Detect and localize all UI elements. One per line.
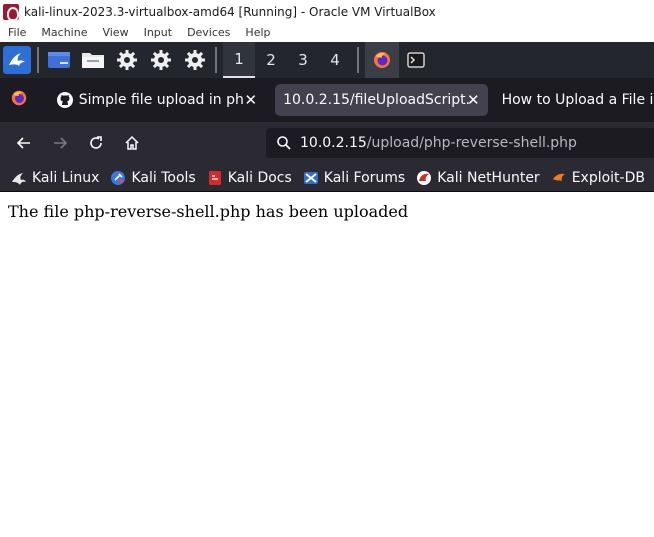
menu-file[interactable]: File [8,26,26,39]
tab-label: 10.0.2.15/fileUploadScript.php [283,92,469,108]
firefox-window-icon[interactable] [365,42,399,78]
kali-docs-icon [207,170,223,186]
menu-input[interactable]: Input [144,26,172,39]
exploit-db-icon [551,170,567,186]
search-icon [276,135,292,151]
bookmarks-toolbar: Kali Linux Kali Tools Kali Docs Kali For… [0,164,654,192]
bookmark-kali-forums[interactable]: Kali Forums [303,170,405,186]
github-icon [56,92,73,108]
bookmark-kali-tools[interactable]: Kali Tools [110,170,196,186]
reload-button[interactable] [78,127,114,159]
file-manager-icon[interactable] [79,46,107,74]
tab-label: Simple file upload in php [78,92,243,108]
tab-strip: Simple file upload in php ✕ 10.0.2.15/fi… [0,78,654,122]
menu-machine[interactable]: Machine [41,26,87,39]
close-icon[interactable]: ✕ [245,90,258,110]
url-bar[interactable]: 10.0.2.15/upload/php-reverse-shell.php [266,128,654,158]
workspace-2[interactable]: 2 [255,42,287,78]
kali-top-panel: 1 2 3 4 [0,42,654,78]
firefox-icon [10,89,28,111]
virtualbox-logo-icon [3,3,19,21]
kali-tools-icon [110,170,126,186]
bookmark-kali-docs[interactable]: Kali Docs [207,170,292,186]
tab-label: How to Upload a File in [501,92,654,108]
gear-icon[interactable] [181,46,209,74]
tab-simple-file-upload[interactable]: Simple file upload in php ✕ [47,84,265,116]
kali-forums-icon [303,170,319,186]
kali-dragon-icon [11,170,27,186]
menu-devices[interactable]: Devices [187,26,230,39]
tab-how-to-upload[interactable]: How to Upload a File in [500,84,654,116]
panel-separator [357,47,359,73]
bookmark-kali-linux[interactable]: Kali Linux [11,170,99,186]
gear-icon[interactable] [113,46,141,74]
window-title: kali-linux-2023.3-virtualbox-amd64 [Runn… [24,4,436,19]
gear-icon[interactable] [147,46,175,74]
panel-separator [215,47,217,73]
navigation-toolbar: 10.0.2.15/upload/php-reverse-shell.php [0,122,654,164]
vbox-title-bar: kali-linux-2023.3-virtualbox-amd64 [Runn… [0,0,654,23]
show-desktop-icon[interactable] [45,46,73,74]
vbox-menu-bar: File Machine View Input Devices Help [0,23,654,42]
workspace-4[interactable]: 4 [319,42,351,78]
back-button[interactable] [6,127,42,159]
tab-firefox-view[interactable] [2,84,37,116]
kali-menu-icon[interactable] [3,46,31,74]
close-icon[interactable]: ✕ [467,90,480,110]
url-path: /upload/php-reverse-shell.php [366,135,577,151]
nethunter-icon [416,170,432,186]
home-button[interactable] [114,127,150,159]
panel-separator [37,47,39,73]
menu-help[interactable]: Help [245,26,270,39]
terminal-window-icon[interactable] [399,42,433,78]
menu-view[interactable]: View [102,26,128,39]
forward-button[interactable] [42,127,78,159]
bookmark-exploit-db[interactable]: Exploit-DB [551,170,645,186]
tab-file-upload-script[interactable]: 10.0.2.15/fileUploadScript.php ✕ [275,84,488,116]
url-host: 10.0.2.15 [300,135,367,151]
upload-message: The file php-reverse-shell.php has been … [8,202,409,221]
page-content: The file php-reverse-shell.php has been … [0,193,654,537]
workspace-3[interactable]: 3 [287,42,319,78]
workspace-1[interactable]: 1 [223,42,255,78]
bookmark-kali-nethunter[interactable]: Kali NetHunter [416,170,540,186]
